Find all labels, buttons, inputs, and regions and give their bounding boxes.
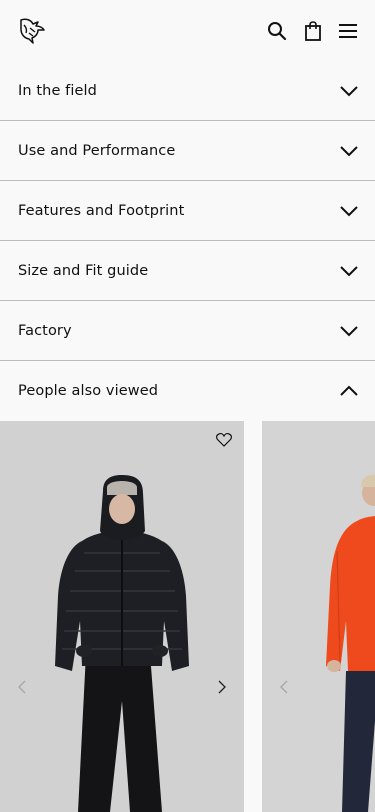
chevron-down-icon xyxy=(340,205,358,216)
product-card[interactable] xyxy=(262,421,375,812)
accordion-people-also-viewed[interactable]: People also viewed xyxy=(0,361,375,421)
chevron-right-icon[interactable] xyxy=(216,679,228,695)
chevron-down-icon xyxy=(340,85,358,96)
accordion-label: Factory xyxy=(18,322,72,339)
accordion-features-and-footprint[interactable]: Features and Footprint xyxy=(0,181,375,241)
product-image xyxy=(0,421,244,812)
chevron-left-icon[interactable] xyxy=(278,679,290,695)
search-icon[interactable] xyxy=(266,20,288,42)
chevron-down-icon xyxy=(340,145,358,156)
accordion-label: Features and Footprint xyxy=(18,202,185,219)
accordion-use-and-performance[interactable]: Use and Performance xyxy=(0,121,375,181)
chevron-down-icon xyxy=(340,265,358,276)
accordion-label: People also viewed xyxy=(18,383,159,399)
accordion-label: Use and Performance xyxy=(18,142,176,159)
product-image xyxy=(262,421,375,812)
chevron-down-icon xyxy=(340,325,358,336)
chevron-up-icon xyxy=(340,385,358,396)
shopping-bag-icon[interactable] xyxy=(302,20,324,42)
accordion-label: Size and Fit guide xyxy=(18,262,149,279)
chevron-left-icon[interactable] xyxy=(16,679,28,695)
product-card[interactable] xyxy=(0,421,244,812)
accordion-label: In the field xyxy=(18,82,97,99)
accordion-size-and-fit-guide[interactable]: Size and Fit guide xyxy=(0,241,375,301)
heart-outline-icon[interactable] xyxy=(216,433,232,447)
accordion-in-the-field[interactable]: In the field xyxy=(0,61,375,121)
brand-logo-icon[interactable] xyxy=(17,17,45,44)
site-header xyxy=(0,0,375,62)
accordion-factory[interactable]: Factory xyxy=(0,301,375,361)
hamburger-menu-icon[interactable] xyxy=(337,20,359,42)
